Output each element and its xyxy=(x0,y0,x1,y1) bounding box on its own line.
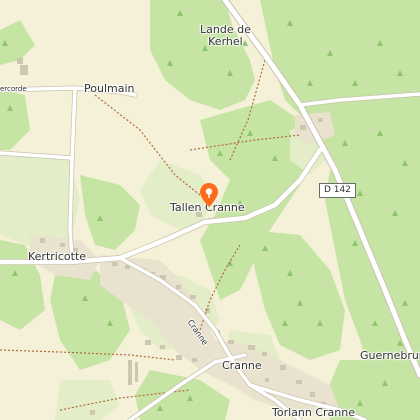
map-canvas[interactable]: Lande de Kerhel Poulmain ercorde Tallen … xyxy=(0,0,420,420)
label-poulmain: Poulmain xyxy=(84,82,135,95)
label-guernebrun: Guernebrun xyxy=(360,349,420,362)
label-torlann-cranne: Torlann Cranne xyxy=(272,406,355,419)
label-kertricotte: Kertricotte xyxy=(28,250,87,263)
label-kercorde: ercorde xyxy=(0,85,27,93)
label-lande-line2: Kerhel xyxy=(208,35,243,48)
label-cranne: Cranne xyxy=(222,359,262,372)
label-lande-de-kerhel: Lande de Kerhel xyxy=(200,24,251,48)
road-shield-d142: D 142 xyxy=(319,183,356,198)
